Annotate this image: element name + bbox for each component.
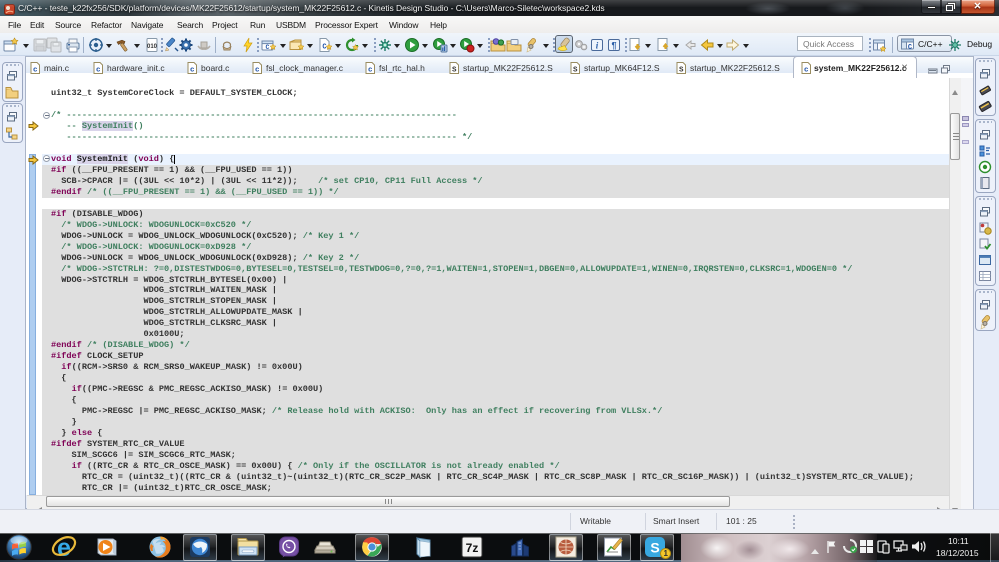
svg-text:c: c: [33, 67, 38, 75]
svg-text:S: S: [679, 67, 684, 75]
svg-text:7z: 7z: [466, 541, 479, 555]
svg-text:c: c: [190, 67, 195, 75]
svg-text:c: c: [96, 67, 101, 75]
svg-text:C: C: [266, 44, 270, 51]
svg-text:C: C: [908, 44, 912, 52]
svg-text:¶: ¶: [611, 41, 616, 51]
svg-text:S: S: [452, 67, 457, 75]
svg-text:S: S: [573, 67, 578, 75]
svg-text:c: c: [804, 67, 809, 75]
svg-text:S: S: [650, 540, 659, 556]
svg-text:010: 010: [147, 44, 158, 50]
svg-text:C: C: [322, 44, 326, 52]
svg-text:c: c: [255, 67, 260, 75]
svg-text:c: c: [368, 67, 373, 75]
